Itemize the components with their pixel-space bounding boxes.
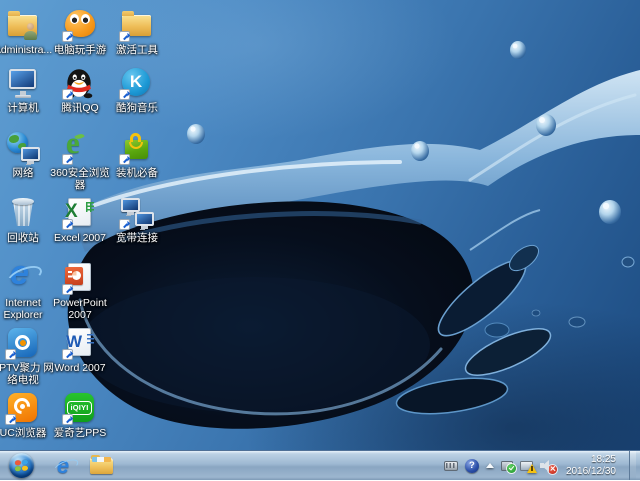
qq-penguin-icon [62,66,98,100]
shortcut-arrow-icon [62,154,73,165]
folder-icon [119,8,155,42]
clock-date: 2016/12/30 [565,465,616,477]
shortcut-arrow-icon [5,414,16,425]
powerpoint-icon [62,261,98,295]
shopping-bag-icon [119,131,155,165]
shortcut-arrow-icon [62,349,73,360]
network-warning-icon[interactable] [519,460,537,473]
ie-e-icon: e [56,452,70,478]
folder-icon [89,454,113,474]
icon-label: Word 2007 [54,362,106,374]
shortcut-arrow-icon [62,219,73,230]
desktop-icon-kugou-music[interactable]: K 酷狗音乐 [104,66,170,114]
windows-flag-icon [15,459,28,472]
icon-label: PowerPoint 2007 [53,297,107,322]
volume-muted-icon[interactable] [539,459,557,474]
input-keyboard-icon[interactable] [443,460,458,471]
warning-triangle-icon [526,463,537,473]
icon-label: Excel 2007 [54,232,106,244]
taskbar-item-windows-explorer[interactable] [84,451,118,481]
shortcut-arrow-icon [119,154,130,165]
icon-label: 腾讯QQ [61,102,99,114]
green-check-badge [506,463,516,473]
shortcut-arrow-icon [62,284,73,295]
show-desktop-button[interactable] [629,451,636,480]
clock-time: 18:25 [590,453,616,465]
start-button[interactable] [9,453,34,478]
help-icon[interactable]: ? [464,458,479,473]
icon-label: 装机必备 [116,167,158,179]
shortcut-arrow-icon [119,31,130,42]
monster-mascot-icon [62,8,98,42]
shortcut-arrow-icon [119,89,130,100]
icon-label: 宽带连接 [116,232,158,244]
excel-icon: X [62,196,98,230]
system-tray: ? 18:25 2016/12/30 [443,451,640,480]
desktop-icon-iqiyi-pps[interactable]: iQIYI 爱奇艺PPS [47,391,113,439]
shortcut-arrow-icon [62,414,73,425]
word-icon: W [62,326,98,360]
recycle-bin-icon [5,196,41,230]
ie-e-icon: e [4,254,45,295]
icon-label: UC浏览器 [0,427,47,439]
desktop-icon-powerpoint-2007[interactable]: PowerPoint 2007 [47,261,113,322]
taskbar-item-internet-explorer[interactable]: e [46,451,80,481]
show-hidden-icons-button[interactable] [485,463,494,468]
icon-label: 爱奇艺PPS [53,427,107,439]
desktop-icon-broadband-connection[interactable]: 宽带连接 [104,196,170,244]
shortcut-arrow-icon [119,219,130,230]
desktop-icon-activation-tools[interactable]: 激活工具 [104,8,170,56]
shortcut-arrow-icon [62,89,73,100]
shortcut-arrow-icon [5,349,16,360]
icon-label: 网络 [12,167,34,179]
icon-label: Administra... [0,44,53,56]
iqiyi-icon: iQIYI [62,391,98,425]
desktop-icon-word-2007[interactable]: W Word 2007 [47,326,113,374]
icon-label: 激活工具 [116,44,158,56]
icon-label: 回收站 [7,232,39,244]
desktop-icon-zhuangji-bibei[interactable]: 装机必备 [104,131,170,179]
taskbar-clock[interactable]: 18:25 2016/12/30 [562,451,622,480]
360-browser-e-icon: e [62,125,98,165]
icon-label: 计算机 [7,102,39,114]
pptv-icon [5,326,41,360]
taskbar: e ? 18:25 2016/12/30 [0,450,640,480]
network-globe-icon [5,131,41,165]
kugou-k-icon: K [119,66,155,100]
folder-user-icon [5,8,41,42]
icon-label: 酷狗音乐 [116,102,158,114]
360-safety-icon[interactable] [500,460,516,473]
red-x-badge [547,464,557,474]
icon-label: 电脑玩手游 [53,44,107,56]
shortcut-arrow-icon [62,31,73,42]
uc-browser-icon [5,391,41,425]
broadband-monitors-icon [119,196,155,230]
computer-monitor-icon [5,66,41,100]
desktop-wallpaper[interactable]: Administra... 电脑玩手游 激活工具 计算机 [0,0,640,450]
